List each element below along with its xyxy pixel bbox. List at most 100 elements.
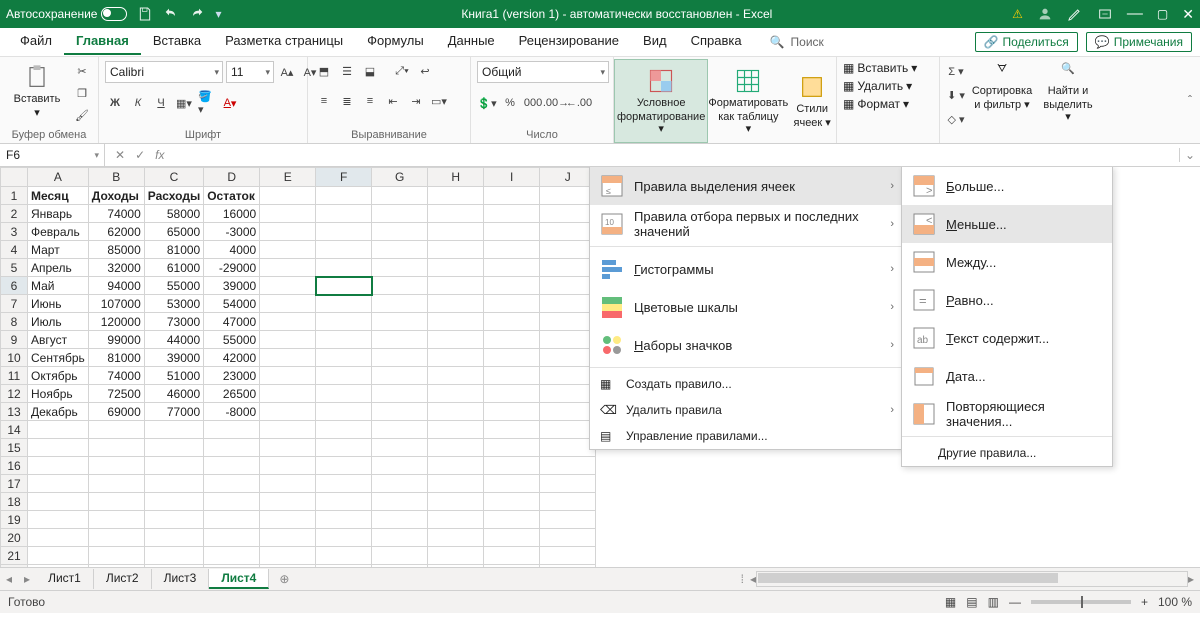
format-as-table-button[interactable]: Форматировать как таблицу ▾ xyxy=(712,59,784,143)
sheet-tab-Лист3[interactable]: Лист3 xyxy=(152,569,210,589)
cell[interactable]: 61000 xyxy=(144,259,203,277)
cell[interactable]: Апрель xyxy=(28,259,89,277)
view-page-layout-icon[interactable]: ▤ xyxy=(966,595,977,609)
cell[interactable] xyxy=(540,565,596,568)
borders-icon[interactable]: ▦▾ xyxy=(174,93,194,113)
inc-decimal-icon[interactable]: .00→ xyxy=(546,93,566,113)
merge-icon[interactable]: ▭▾ xyxy=(429,91,449,111)
cell[interactable] xyxy=(372,223,428,241)
cell[interactable] xyxy=(540,295,596,313)
cell[interactable] xyxy=(484,367,540,385)
cell[interactable] xyxy=(144,493,203,511)
cell[interactable] xyxy=(316,421,372,439)
menu-Разметка страницы[interactable]: Разметка страницы xyxy=(213,29,355,55)
cell[interactable] xyxy=(428,331,484,349)
cell[interactable] xyxy=(428,349,484,367)
cell[interactable] xyxy=(484,241,540,259)
cell[interactable] xyxy=(372,331,428,349)
cell[interactable] xyxy=(204,421,260,439)
cell[interactable] xyxy=(260,259,316,277)
cell[interactable]: 39000 xyxy=(144,349,203,367)
menu-Вставка[interactable]: Вставка xyxy=(141,29,213,55)
cell[interactable] xyxy=(540,205,596,223)
sheet-nav-next-icon[interactable]: ▸ xyxy=(18,572,36,586)
menu-top-bottom-rules[interactable]: 10 Правила отбора первых и последних зна… xyxy=(590,205,902,243)
submenu-text-contains[interactable]: ab Текст содержит... xyxy=(902,319,1112,357)
cell[interactable] xyxy=(428,529,484,547)
cell[interactable]: 23000 xyxy=(204,367,260,385)
sheet-tab-Лист4[interactable]: Лист4 xyxy=(209,569,269,589)
close-button[interactable]: ✕ xyxy=(1182,6,1194,23)
redo-icon[interactable] xyxy=(189,6,205,22)
cell[interactable] xyxy=(28,511,89,529)
cell[interactable] xyxy=(316,277,372,295)
cell[interactable] xyxy=(484,547,540,565)
view-page-break-icon[interactable]: ▥ xyxy=(988,595,999,609)
cell[interactable] xyxy=(428,313,484,331)
cell[interactable]: Октябрь xyxy=(28,367,89,385)
cell[interactable] xyxy=(316,187,372,205)
cell[interactable] xyxy=(316,511,372,529)
cell[interactable] xyxy=(144,457,203,475)
cell[interactable] xyxy=(428,205,484,223)
qat-more-icon[interactable]: ▾ xyxy=(215,7,221,21)
cell[interactable]: Июнь xyxy=(28,295,89,313)
cell[interactable] xyxy=(260,565,316,568)
cell[interactable]: 81000 xyxy=(144,241,203,259)
menu-color-scales[interactable]: Цветовые шкалы› xyxy=(590,288,902,326)
cell[interactable] xyxy=(372,457,428,475)
cell[interactable] xyxy=(260,277,316,295)
submenu-more-rules[interactable]: Другие правила... xyxy=(902,440,1112,466)
cell[interactable] xyxy=(372,367,428,385)
cell[interactable]: Март xyxy=(28,241,89,259)
cell-styles-button[interactable]: Стили ячеек ▾ xyxy=(788,59,836,143)
cell[interactable] xyxy=(372,439,428,457)
cell[interactable] xyxy=(540,277,596,295)
cell[interactable]: Январь xyxy=(28,205,89,223)
cell[interactable] xyxy=(540,223,596,241)
cell[interactable] xyxy=(428,457,484,475)
cell[interactable]: 99000 xyxy=(88,331,144,349)
cell[interactable] xyxy=(316,385,372,403)
fill-icon[interactable]: ⬇ ▾ xyxy=(946,85,966,105)
cell[interactable] xyxy=(88,565,144,568)
submenu-greater-than[interactable]: > Больше... xyxy=(902,167,1112,205)
number-format-dropdown[interactable]: Общий xyxy=(477,61,609,83)
cell[interactable] xyxy=(260,187,316,205)
cell[interactable]: 53000 xyxy=(144,295,203,313)
search-icon[interactable]: 🔍 xyxy=(770,35,785,49)
cell[interactable]: 74000 xyxy=(88,205,144,223)
font-size-dropdown[interactable]: 11 xyxy=(226,61,274,83)
menu-Данные[interactable]: Данные xyxy=(436,29,507,55)
italic-button[interactable]: К xyxy=(128,93,148,113)
cell[interactable]: 47000 xyxy=(204,313,260,331)
menu-new-rule[interactable]: ▦Создать правило... xyxy=(590,371,902,397)
zoom-slider[interactable] xyxy=(1031,600,1131,604)
cell[interactable]: 42000 xyxy=(204,349,260,367)
cell[interactable]: Август xyxy=(28,331,89,349)
cell[interactable] xyxy=(428,277,484,295)
cell[interactable] xyxy=(372,349,428,367)
cell[interactable] xyxy=(204,529,260,547)
undo-icon[interactable] xyxy=(163,6,179,22)
cell[interactable] xyxy=(260,223,316,241)
conditional-formatting-button[interactable]: Условное форматирование ▾ xyxy=(614,59,708,143)
cell[interactable]: 69000 xyxy=(88,403,144,421)
fx-icon[interactable]: fx xyxy=(155,148,164,162)
find-select-button[interactable]: 🔍 Найти и выделить ▾ xyxy=(1038,61,1098,125)
cell[interactable] xyxy=(484,331,540,349)
cell[interactable] xyxy=(540,403,596,421)
cell[interactable] xyxy=(372,493,428,511)
menu-Рецензирование[interactable]: Рецензирование xyxy=(507,29,631,55)
wrap-text-icon[interactable]: ↩ xyxy=(415,61,435,81)
cell[interactable] xyxy=(144,421,203,439)
cell[interactable] xyxy=(372,511,428,529)
cell[interactable] xyxy=(484,529,540,547)
cell[interactable]: 46000 xyxy=(144,385,203,403)
cell[interactable] xyxy=(372,295,428,313)
cell[interactable] xyxy=(484,187,540,205)
align-bottom-icon[interactable]: ⬓ xyxy=(360,61,380,81)
menu-clear-rules[interactable]: ⌫Удалить правила› xyxy=(590,397,902,423)
cell[interactable] xyxy=(428,511,484,529)
copy-icon[interactable]: ❐ xyxy=(72,83,92,103)
